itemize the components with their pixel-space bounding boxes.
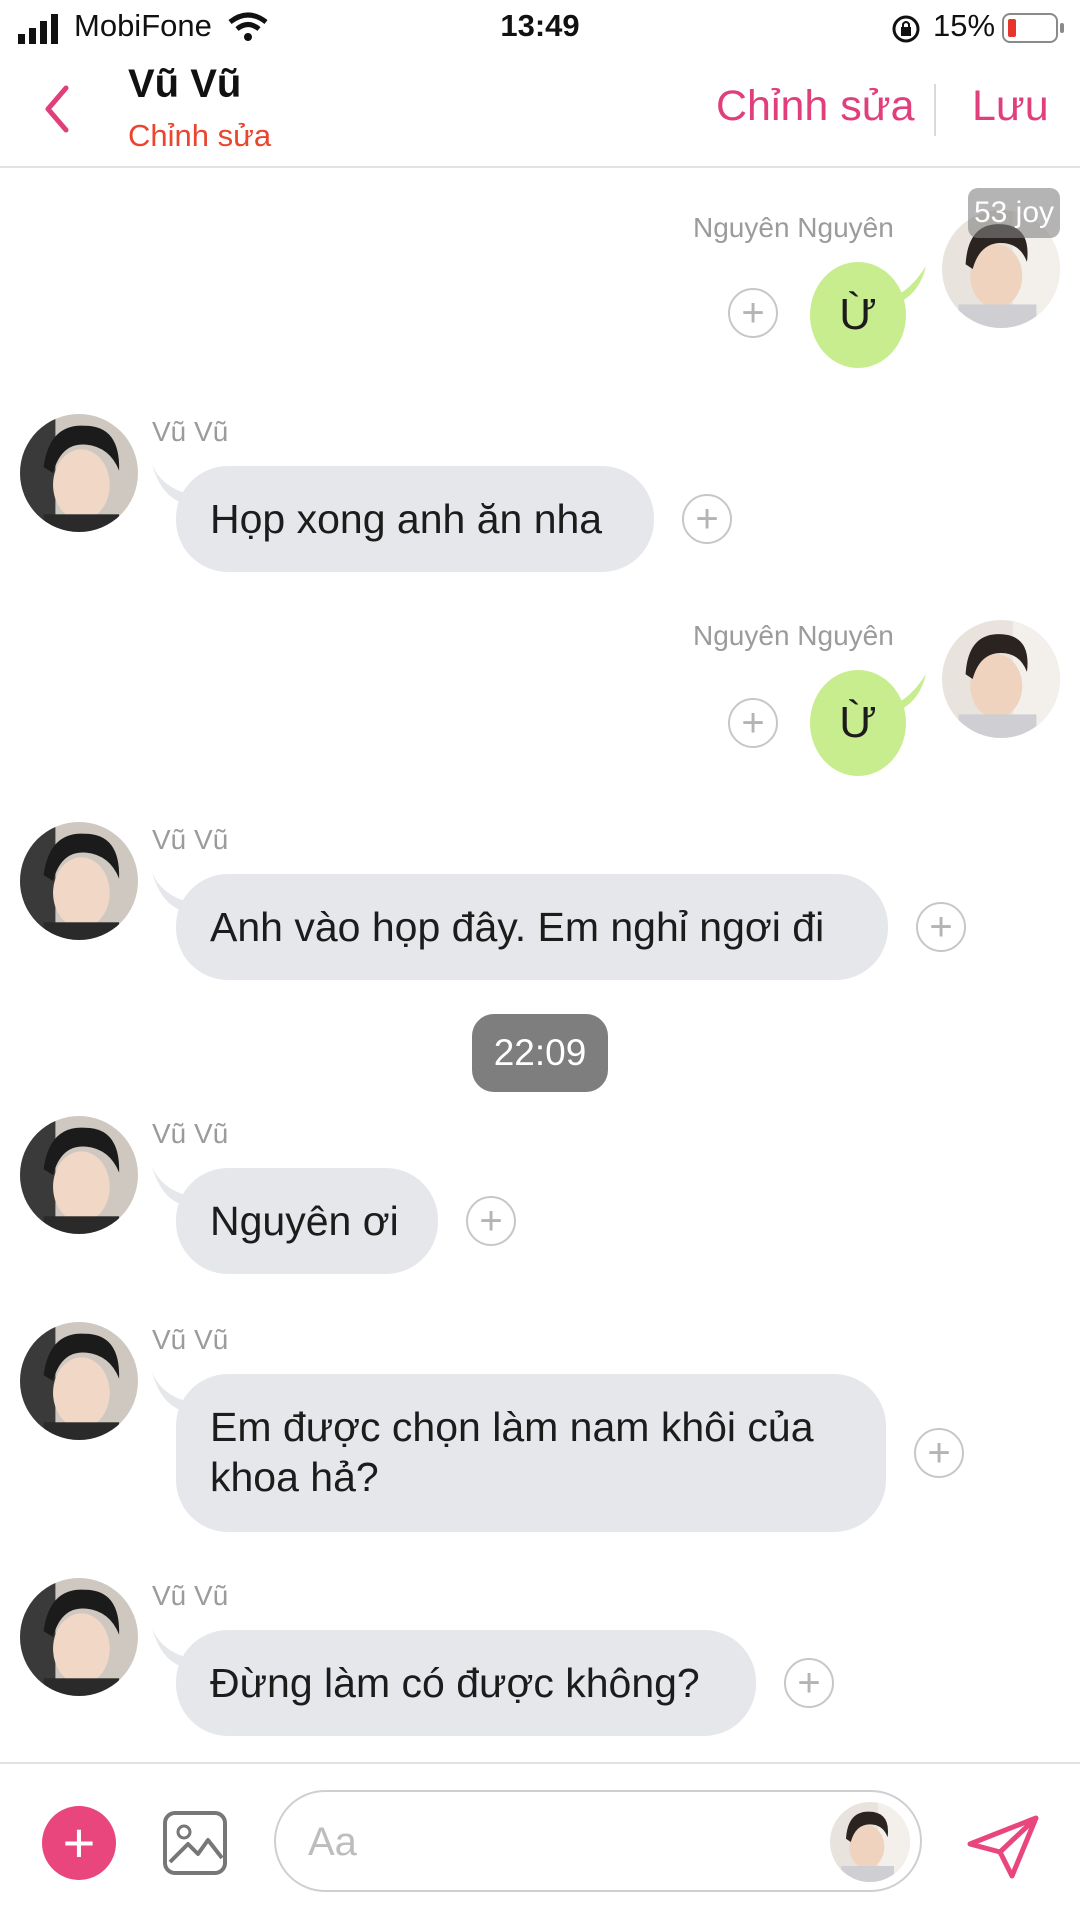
header-divider xyxy=(934,84,936,136)
message-bubble[interactable]: Anh vào họp đây. Em nghỉ ngơi đi xyxy=(176,874,888,980)
image-icon[interactable] xyxy=(162,1810,228,1876)
avatar[interactable] xyxy=(20,1578,138,1696)
joy-badge: 53 joy xyxy=(968,188,1060,238)
avatar[interactable] xyxy=(20,1322,138,1440)
timestamp-divider: 22:09 xyxy=(472,1014,608,1092)
chat-header: Vũ Vũ Chỉnh sửa Chỉnh sửa Lưu xyxy=(0,60,1080,168)
message-bubble[interactable]: Họp xong anh ăn nha xyxy=(176,466,654,572)
sender-name: Vũ Vũ xyxy=(152,824,229,855)
add-icon[interactable]: + xyxy=(42,1806,116,1880)
sender-name: Nguyên Nguyên xyxy=(693,212,894,243)
message-bubble[interactable]: Ừ xyxy=(810,670,906,776)
sender-name: Vũ Vũ xyxy=(152,1118,229,1149)
contact-name: Vũ Vũ xyxy=(128,62,242,106)
send-icon[interactable] xyxy=(966,1814,1040,1880)
sender-name: Vũ Vũ xyxy=(152,1324,229,1355)
avatar-icon[interactable] xyxy=(830,1802,910,1882)
sender-name: Vũ Vũ xyxy=(152,1580,229,1611)
message-bubble[interactable]: Ừ xyxy=(810,262,906,368)
message-bubble[interactable]: Nguyên ơi xyxy=(176,1168,438,1274)
avatar[interactable] xyxy=(942,620,1060,738)
orientation-lock-icon xyxy=(892,15,920,43)
message-bubble[interactable]: Em được chọn làm nam khôi của khoa hả? xyxy=(176,1374,886,1532)
avatar[interactable] xyxy=(20,414,138,532)
contact-subtitle[interactable]: Chỉnh sửa xyxy=(128,118,271,154)
avatar[interactable] xyxy=(20,822,138,940)
edit-button[interactable]: Chỉnh sửa xyxy=(716,82,915,131)
react-button[interactable]: + xyxy=(466,1196,516,1246)
react-button[interactable]: + xyxy=(728,288,778,338)
react-button[interactable]: + xyxy=(914,1428,964,1478)
composer-bar: + xyxy=(0,1762,1080,1922)
message-input-wrapper xyxy=(274,1790,922,1892)
back-icon[interactable] xyxy=(40,84,72,134)
save-button[interactable]: Lưu xyxy=(972,82,1049,131)
status-bar: MobiFone 13:49 15% xyxy=(0,0,1080,60)
react-button[interactable]: + xyxy=(916,902,966,952)
battery-icon xyxy=(1002,13,1064,43)
sender-name: Vũ Vũ xyxy=(152,416,229,447)
avatar[interactable] xyxy=(20,1116,138,1234)
react-button[interactable]: + xyxy=(728,698,778,748)
react-button[interactable]: + xyxy=(784,1658,834,1708)
react-button[interactable]: + xyxy=(682,494,732,544)
battery-percent: 15% xyxy=(933,8,996,43)
message-bubble[interactable]: Đừng làm có được không? xyxy=(176,1630,756,1736)
sender-name: Nguyên Nguyên xyxy=(693,620,894,651)
message-input[interactable] xyxy=(306,1810,790,1874)
